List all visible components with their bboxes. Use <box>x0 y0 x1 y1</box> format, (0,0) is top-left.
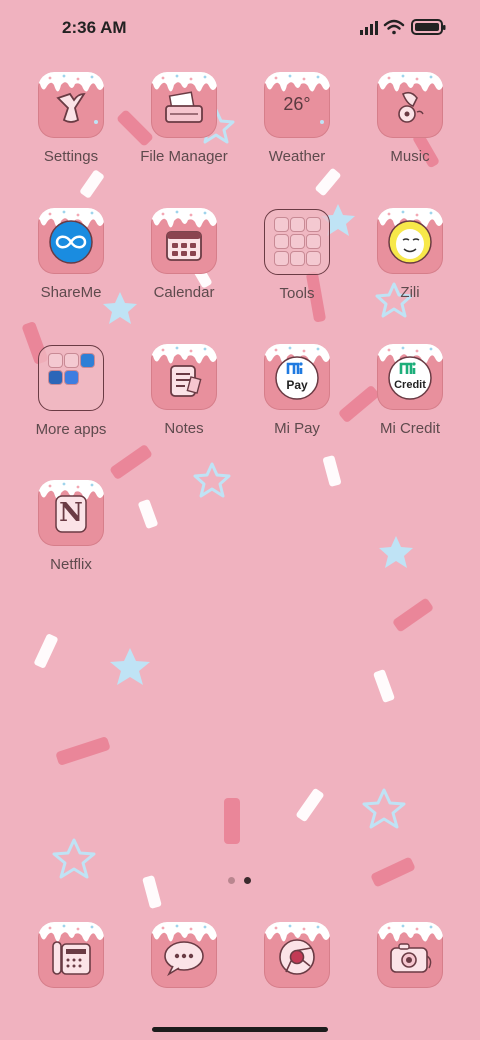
app-label: Notes <box>164 420 204 437</box>
app-music[interactable]: Music <box>355 72 465 192</box>
page-dot-current[interactable] <box>244 877 251 884</box>
chrome-icon <box>264 922 330 975</box>
app-mi-credit[interactable]: Credit Mi Credit <box>355 344 465 464</box>
app-weather[interactable]: 26° Weather <box>242 72 352 192</box>
infinity-icon <box>38 208 104 264</box>
chrome-icon-tile <box>264 922 330 988</box>
status-icons <box>360 17 450 37</box>
folder-tools[interactable]: Tools <box>242 208 352 328</box>
mi-credit-icon <box>377 344 443 400</box>
dock-camera[interactable] <box>355 922 465 992</box>
calendar-icon-tile <box>151 208 217 274</box>
mi-pay-icon-tile: Pay <box>264 344 330 410</box>
netflix-logo-text: N <box>59 498 83 528</box>
page-indicator <box>0 877 480 889</box>
app-zili[interactable]: Zili <box>355 208 465 328</box>
file-manager-icon-tile <box>151 72 217 138</box>
signal-icon <box>360 21 378 35</box>
mi-credit-icon-tile: Credit <box>377 344 443 410</box>
notes-icon <box>151 344 217 397</box>
app-label: Mi Credit <box>379 420 440 437</box>
app-label: Zili <box>400 284 420 301</box>
status-bar: 2:36 AM <box>0 0 480 56</box>
app-label: ShareMe <box>40 284 102 301</box>
app-file-manager[interactable]: File Manager <box>129 72 239 192</box>
page-dot[interactable] <box>228 877 235 884</box>
dock-phone[interactable] <box>16 922 126 992</box>
app-label: Music <box>390 148 430 165</box>
music-icon-tile <box>377 72 443 138</box>
tools-folder-icon <box>264 209 330 275</box>
calendar-icon <box>151 208 217 261</box>
messages-icon-tile <box>151 922 217 988</box>
app-label: Mi Pay <box>274 420 320 437</box>
app-label: Calendar <box>153 284 215 301</box>
app-label: File Manager <box>140 148 228 165</box>
app-label: Weather <box>268 148 326 165</box>
app-label: Tools <box>279 285 315 302</box>
gramophone-icon <box>377 72 443 123</box>
app-label: Netflix <box>50 556 92 573</box>
app-label: Settings <box>43 148 99 165</box>
zili-icon-tile <box>377 208 443 274</box>
dock-chrome[interactable] <box>242 922 352 992</box>
battery-icon <box>411 19 446 35</box>
app-label: More apps <box>35 421 107 438</box>
weather-icon-tile: 26° <box>264 72 330 138</box>
camera-icon-tile <box>377 922 443 988</box>
app-mi-pay[interactable]: Pay Mi Pay <box>242 344 352 464</box>
more-apps-folder-icon <box>38 345 104 411</box>
mi-pay-icon <box>264 344 330 400</box>
app-calendar[interactable]: Calendar <box>129 208 239 328</box>
wifi-icon <box>383 19 405 35</box>
app-shareme[interactable]: ShareMe <box>16 208 126 328</box>
notes-icon-tile <box>151 344 217 410</box>
messages-icon <box>151 922 217 977</box>
home-indicator-bar[interactable] <box>152 1027 328 1032</box>
mi-credit-logo-text: Credit <box>394 379 426 391</box>
phone-icon-tile <box>38 922 104 988</box>
phone-icon <box>38 922 104 975</box>
mi-pay-logo-text: Pay <box>286 378 308 392</box>
status-time: 2:36 AM <box>62 18 127 37</box>
netflix-icon-tile: N <box>38 480 104 546</box>
settings-icon-tile <box>38 72 104 138</box>
app-notes[interactable]: Notes <box>129 344 239 464</box>
app-netflix[interactable]: N Netflix <box>16 480 126 600</box>
zili-face-icon <box>377 208 443 264</box>
camera-icon <box>377 922 443 973</box>
folder-more-apps[interactable]: More apps <box>16 344 126 464</box>
dock-messages[interactable] <box>129 922 239 992</box>
app-settings[interactable]: Settings <box>16 72 126 192</box>
weather-temperature: 26° <box>283 94 311 114</box>
wrench-icon <box>38 72 104 124</box>
shareme-icon-tile <box>38 208 104 274</box>
folder-icon <box>151 72 217 123</box>
